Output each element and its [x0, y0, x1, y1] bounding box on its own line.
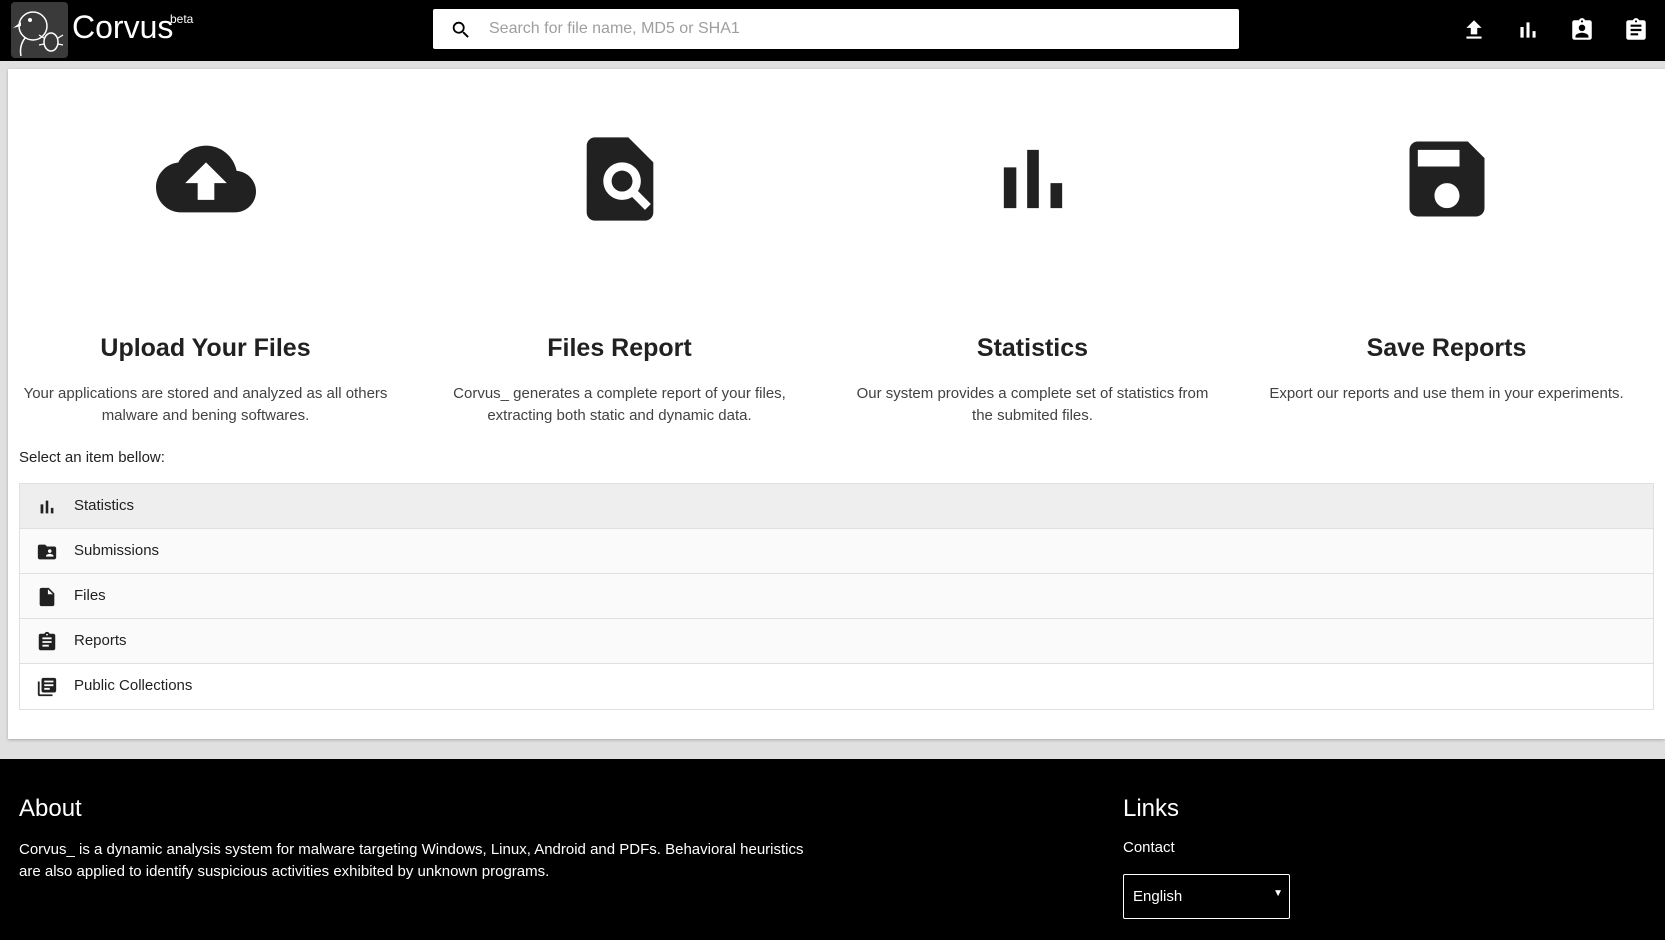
list-item-label: Reports	[74, 632, 127, 649]
feature-title: Statistics	[976, 334, 1089, 362]
list-item-label: Public Collections	[74, 677, 193, 694]
beta-badge: beta	[170, 12, 194, 26]
feature-title: Files Report	[547, 334, 692, 362]
feature-description: Our system provides a complete set of st…	[856, 385, 1209, 424]
cloud-upload-icon	[155, 145, 256, 213]
list-item-public-collections[interactable]: Public Collections	[20, 664, 1653, 709]
list-item-label: Files	[74, 587, 106, 604]
save-icon	[1409, 141, 1484, 217]
clipboard-icon[interactable]	[1623, 17, 1649, 43]
language-select[interactable]: English ▼	[1123, 874, 1290, 919]
feature-description: Export our reports and use them in your …	[1269, 385, 1624, 402]
feature-description: Your applications are stored and analyze…	[23, 385, 388, 424]
bar-chart-icon[interactable]	[1515, 17, 1541, 43]
brand-name[interactable]: Corvus	[72, 9, 173, 46]
feature-description: Corvus_ generates a complete report of y…	[453, 385, 786, 424]
file-search-icon	[586, 137, 653, 221]
folder-shared-icon	[37, 544, 57, 560]
main-card: Upload Your Files Your applications are …	[8, 69, 1665, 739]
list-item-label: Statistics	[74, 497, 135, 514]
navigation-list: Statistics Submissions Files Reports Pub…	[19, 483, 1654, 710]
search-icon[interactable]	[450, 19, 472, 41]
contact-link[interactable]: Contact	[1123, 839, 1175, 856]
bar-chart-icon	[40, 500, 54, 514]
feature-title: Save Reports	[1366, 334, 1527, 362]
assignment-ind-icon[interactable]	[1569, 17, 1595, 43]
list-item-statistics[interactable]: Statistics	[20, 484, 1653, 529]
corvus-logo[interactable]	[11, 2, 68, 58]
feature-title: Upload Your Files	[100, 334, 311, 362]
links-heading: Links	[1123, 795, 1180, 822]
library-books-icon	[37, 677, 57, 697]
list-item-submissions[interactable]: Submissions	[20, 529, 1653, 574]
list-item-reports[interactable]: Reports	[20, 619, 1653, 664]
search-box	[433, 9, 1239, 49]
file-icon	[39, 587, 55, 607]
about-heading: About	[19, 795, 82, 822]
bar-chart-icon	[1003, 149, 1062, 209]
select-instruction: Select an item bellow:	[19, 449, 165, 466]
list-item-files[interactable]: Files	[20, 574, 1653, 619]
language-selected-value: English	[1133, 888, 1183, 905]
upload-icon[interactable]	[1461, 17, 1487, 43]
clipboard-icon	[38, 631, 56, 651]
footer: About Corvus_ is a dynamic analysis syst…	[0, 759, 1665, 940]
about-text: Corvus_ is a dynamic analysis system for…	[19, 841, 804, 880]
search-input[interactable]	[489, 9, 1229, 49]
top-navbar: Corvus beta	[0, 0, 1665, 61]
dropdown-caret-icon: ▼	[1273, 888, 1283, 899]
list-item-label: Submissions	[74, 542, 160, 559]
